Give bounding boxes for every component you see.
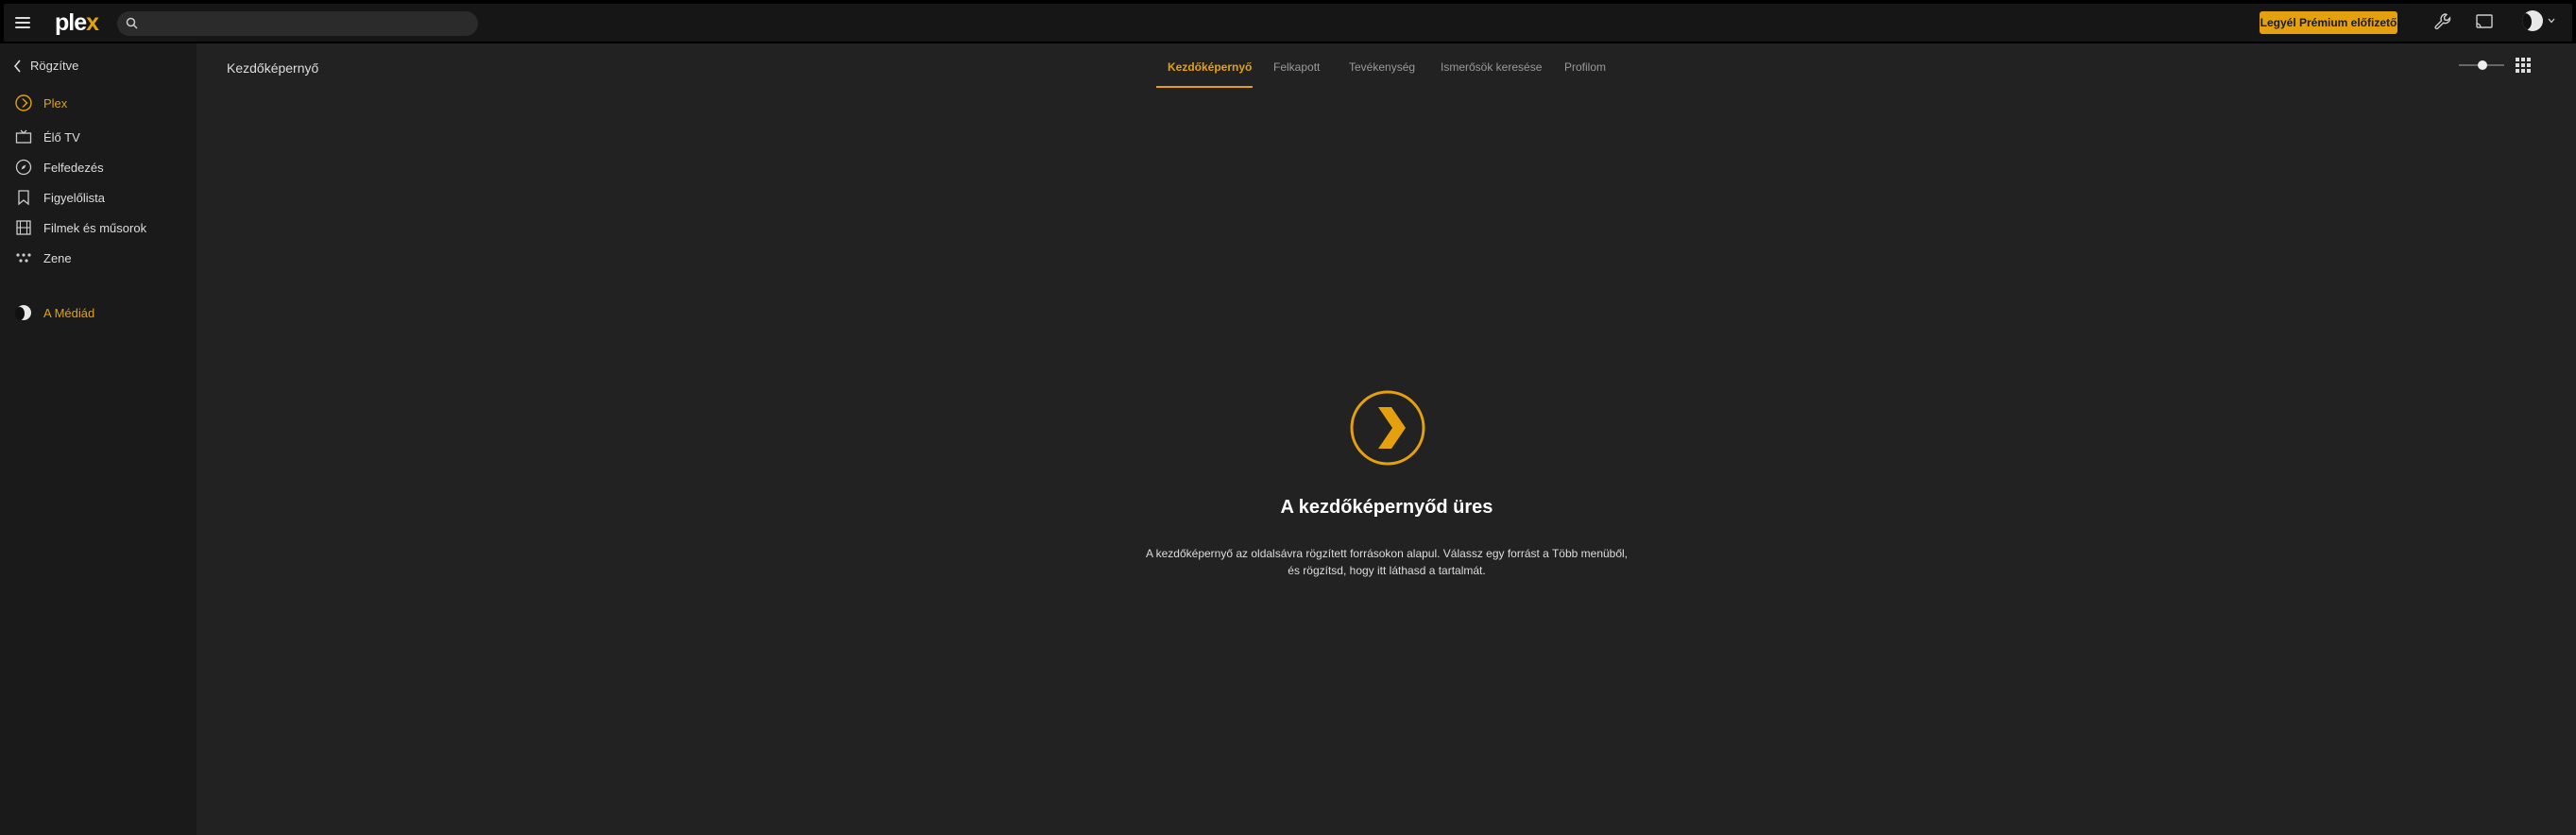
- sidebar-item-plex[interactable]: Plex: [15, 94, 67, 111]
- bookmark-icon: [15, 189, 32, 206]
- music-icon: [15, 249, 32, 266]
- pinned-label: Rögzítve: [30, 59, 79, 73]
- sidebar-item-label: A Médiád: [43, 305, 95, 320]
- tab-home[interactable]: Kezdőképernyő: [1168, 60, 1252, 74]
- sidebar-item-movies-shows[interactable]: Filmek és műsorok: [15, 219, 146, 236]
- tab-trending[interactable]: Felkapott: [1273, 60, 1320, 74]
- plex-chevron-icon: [15, 94, 32, 111]
- premium-button[interactable]: Legyél Prémium előfizető: [2260, 11, 2397, 34]
- chevron-left-icon: [13, 59, 21, 73]
- film-icon: [15, 219, 32, 236]
- sidebar-item-label: Zene: [43, 250, 72, 265]
- active-tab-indicator: [1156, 86, 1253, 88]
- pinned-back-link[interactable]: Rögzítve: [13, 59, 78, 73]
- empty-state-title: A kezdőképernyőd üres: [1280, 497, 1493, 518]
- plex-logo-icon: [1350, 390, 1425, 466]
- sidebar-item-label: Plex: [43, 95, 68, 111]
- grid-view-icon[interactable]: [2516, 58, 2531, 73]
- sidebar-item-label: Élő TV: [43, 129, 80, 145]
- sidebar: Rögzítve Plex Élő TV Felfedezés Figyelől…: [0, 43, 196, 835]
- search-input[interactable]: [145, 14, 467, 33]
- search-bar[interactable]: [117, 11, 478, 36]
- tv-icon: [15, 128, 32, 145]
- empty-state-line-1: A kezdőképernyő az oldalsávra rögzített …: [1145, 547, 1629, 560]
- avatar: [15, 304, 32, 321]
- cast-icon[interactable]: [2475, 12, 2494, 31]
- compass-icon: [15, 159, 32, 176]
- tab-profile[interactable]: Profilom: [1564, 60, 1606, 74]
- sidebar-item-discover[interactable]: Felfedezés: [15, 159, 104, 176]
- tab-find-friends[interactable]: Ismerősök keresése: [1441, 60, 1542, 74]
- chevron-down-icon: [2548, 18, 2555, 24]
- sidebar-item-label: Figyelőlista: [43, 190, 106, 205]
- zoom-slider-knob[interactable]: [2478, 60, 2487, 70]
- page-title: Kezdőképernyő: [227, 60, 319, 76]
- zoom-slider[interactable]: [2459, 60, 2504, 70]
- sidebar-item-label: Filmek és műsorok: [43, 220, 147, 235]
- tab-activity[interactable]: Tevékenység: [1349, 60, 1415, 74]
- menu-icon[interactable]: [15, 17, 30, 28]
- top-bar: plex Legyél Prémium előfizető: [0, 0, 2576, 43]
- search-icon: [126, 17, 138, 29]
- sidebar-item-watchlist[interactable]: Figyelőlista: [15, 189, 105, 206]
- empty-state-line-2: és rögzítsd, hogy itt láthasd a tartalmá…: [1288, 564, 1486, 577]
- sidebar-item-music[interactable]: Zene: [15, 249, 72, 266]
- sidebar-item-live-tv[interactable]: Élő TV: [15, 128, 80, 145]
- plex-logo[interactable]: plex: [55, 9, 99, 37]
- user-menu[interactable]: [2522, 10, 2556, 31]
- empty-state-description: A kezdőképernyő az oldalsávra rögzített …: [1103, 545, 1670, 579]
- sidebar-item-label: Felfedezés: [43, 160, 104, 175]
- wrench-icon[interactable]: [2433, 12, 2452, 31]
- tab-bar: Kezdőképernyő Felkapott Tevékenység Isme…: [1141, 53, 1632, 88]
- sidebar-item-your-media[interactable]: A Médiád: [15, 304, 94, 321]
- avatar[interactable]: [2522, 10, 2543, 31]
